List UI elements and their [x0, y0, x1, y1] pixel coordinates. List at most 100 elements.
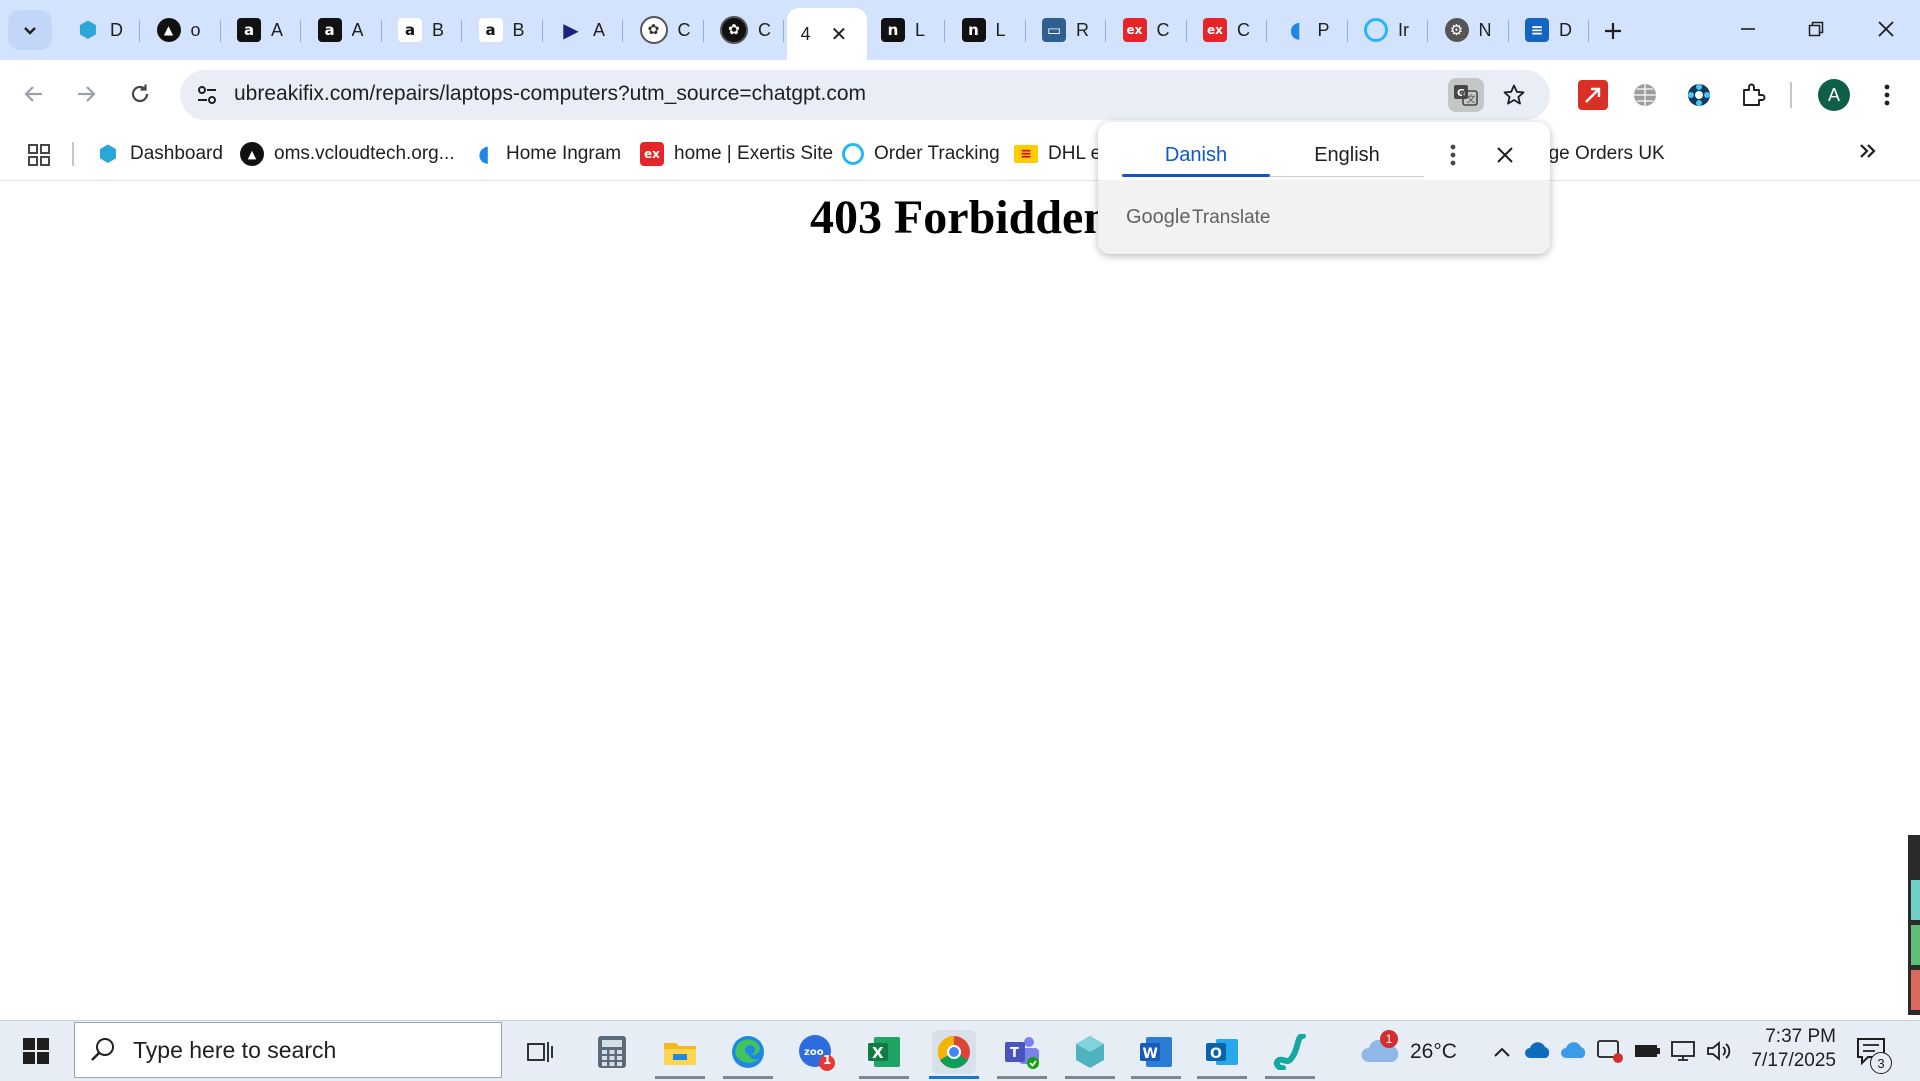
close-window-button[interactable]: [1852, 0, 1920, 58]
svg-text:zoo: zoo: [804, 1047, 824, 1058]
translate-page-button[interactable]: G文: [1448, 78, 1484, 112]
bookmark-star-button[interactable]: [1496, 78, 1532, 112]
tab-2[interactable]: aA: [223, 8, 301, 52]
tab-separator: [1427, 20, 1428, 42]
tab-10[interactable]: nL: [867, 8, 945, 52]
pdf-extension-button[interactable]: [1578, 80, 1608, 110]
clock-time: 7:37 PM: [1765, 1026, 1836, 1047]
tab-14[interactable]: ex C: [1189, 8, 1267, 52]
translate-options-button[interactable]: [1438, 138, 1468, 172]
reload-button[interactable]: [120, 74, 160, 114]
weather-widget[interactable]: 1 26°C: [1360, 1030, 1470, 1074]
bookmark-6[interactable]: age Orders UK: [1538, 138, 1665, 170]
double-chevron-right-icon: [1860, 144, 1876, 158]
forward-button[interactable]: [66, 74, 106, 114]
bookmark-4[interactable]: Order Tracking: [842, 138, 1000, 170]
security-tray-icon[interactable]: [1596, 1038, 1624, 1069]
chrome-icon: [937, 1035, 970, 1069]
calculator-icon: [598, 1036, 626, 1068]
c-circle-icon: [842, 143, 864, 165]
clock[interactable]: 7:37 PM 7/17/2025: [1744, 1024, 1836, 1078]
tab-title: R: [1076, 19, 1089, 40]
tab-0[interactable]: ⬢ D: [62, 8, 140, 52]
tab-6[interactable]: ▶ A: [545, 8, 623, 52]
tab-18[interactable]: ≡ D: [1511, 8, 1589, 52]
tab-13[interactable]: ex C: [1109, 8, 1187, 52]
new-tab-button[interactable]: [1594, 12, 1632, 50]
start-button[interactable]: [10, 1028, 62, 1074]
tab-separator: [1105, 20, 1106, 42]
apps-button[interactable]: [24, 140, 54, 170]
tab-search-button[interactable]: [8, 10, 52, 50]
windows-logo-icon: [23, 1038, 49, 1064]
show-hidden-icons-button[interactable]: [1488, 1036, 1516, 1068]
bookmark-label: Order Tracking: [874, 143, 1000, 164]
bookmark-0[interactable]: ⬢ Dashboard: [96, 138, 223, 170]
n-logo-icon: n: [881, 18, 905, 42]
tab-9[interactable]: 4 ✕: [786, 8, 867, 60]
amazon-icon: a: [478, 18, 503, 42]
tab-1[interactable]: ▲ o: [143, 8, 221, 52]
zoom-badge: 1: [823, 1053, 832, 1067]
edge-app[interactable]: [726, 1030, 770, 1074]
tab-separator: [219, 20, 221, 42]
excel-app[interactable]: X: [862, 1030, 906, 1074]
tab-4[interactable]: aB: [384, 8, 462, 52]
tab-12[interactable]: ▭ R: [1028, 8, 1106, 52]
bookmark-5[interactable]: ≡ DHL e: [1014, 138, 1101, 170]
globe-extension-button[interactable]: [1630, 80, 1660, 110]
onedrive-tray-icon[interactable]: [1524, 1040, 1552, 1065]
volume-tray-icon[interactable]: [1706, 1040, 1734, 1067]
edge-browser-icon: [732, 1036, 764, 1068]
zoom-app[interactable]: zoo 1: [794, 1030, 838, 1074]
minimize-button[interactable]: [1714, 0, 1782, 58]
tab-16[interactable]: Ir: [1350, 8, 1428, 52]
bookmark-1[interactable]: ▲ oms.vcloudtech.org...: [240, 138, 455, 170]
task-view-icon: [527, 1042, 553, 1062]
tab-11[interactable]: nL: [948, 8, 1026, 52]
notifications-button[interactable]: 3: [1852, 1034, 1892, 1074]
vpn-extension-button[interactable]: [1684, 80, 1714, 110]
onedrive-personal-tray-icon[interactable]: [1560, 1040, 1588, 1065]
hexagon-app[interactable]: [1068, 1030, 1112, 1074]
calculator-app[interactable]: [590, 1030, 634, 1074]
back-button[interactable]: [14, 74, 54, 114]
tab-separator: [944, 20, 945, 42]
onedrive-cloud-icon: [1525, 1042, 1550, 1058]
translate-tab-source[interactable]: Danish: [1122, 134, 1270, 176]
tab-17[interactable]: ⚙ N: [1431, 8, 1509, 52]
bookmark-label: Dashboard: [130, 143, 223, 164]
chrome-app[interactable]: [932, 1030, 976, 1074]
file-explorer-app[interactable]: [658, 1030, 702, 1074]
restore-button[interactable]: [1782, 0, 1850, 58]
bookmark-3[interactable]: ex home | Exertis Site: [640, 138, 833, 170]
bookmark-2[interactable]: ◖ Home Ingram: [472, 138, 621, 170]
translate-close-button[interactable]: [1488, 138, 1522, 172]
word-app[interactable]: W: [1134, 1030, 1178, 1074]
tab-7[interactable]: ✿ C: [626, 8, 704, 52]
outlook-app[interactable]: O: [1200, 1030, 1244, 1074]
profile-avatar[interactable]: A: [1818, 79, 1850, 111]
tab-separator: [461, 20, 462, 42]
network-tray-icon[interactable]: [1670, 1040, 1698, 1067]
taskbar-search[interactable]: Type here to search: [74, 1022, 502, 1078]
site-info-button[interactable]: [190, 78, 224, 112]
app-running-indicator: [859, 1076, 909, 1079]
extensions-button[interactable]: [1738, 80, 1768, 110]
more-bookmarks-button[interactable]: [1852, 136, 1882, 166]
tab-separator: [622, 20, 623, 42]
browser-menu-button[interactable]: [1872, 80, 1902, 110]
restore-icon: [1808, 21, 1824, 37]
teams-app[interactable]: T: [1000, 1030, 1044, 1074]
tab-8[interactable]: ✿ C: [706, 8, 784, 52]
tab-15[interactable]: ◖ P: [1270, 8, 1348, 52]
tab-3[interactable]: aA: [304, 8, 382, 52]
url-text[interactable]: ubreakifix.com/repairs/laptops-computers…: [234, 82, 866, 106]
battery-tray-icon[interactable]: [1634, 1042, 1662, 1065]
tab-5[interactable]: aB: [465, 8, 543, 52]
close-tab-icon[interactable]: ✕: [831, 22, 848, 46]
sway-app[interactable]: [1268, 1030, 1312, 1074]
kebab-menu-icon: [1884, 84, 1890, 106]
task-view-button[interactable]: [518, 1030, 562, 1074]
translate-tab-target[interactable]: English: [1272, 134, 1422, 176]
